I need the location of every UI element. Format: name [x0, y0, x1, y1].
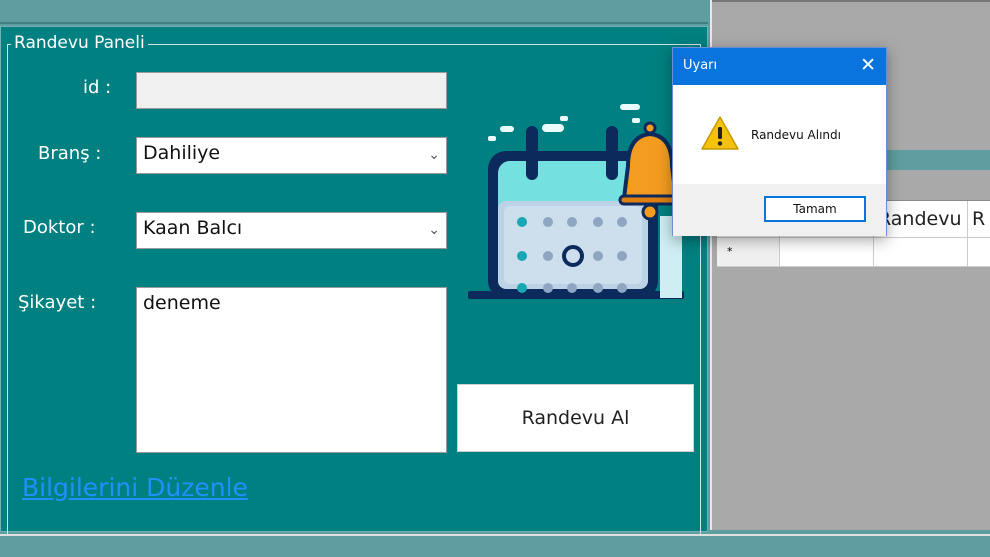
grid-header-col-randevu[interactable]: Randevu	[873, 201, 967, 237]
randevu-al-button[interactable]: Randevu Al	[457, 384, 694, 452]
chevron-down-icon[interactable]: ⌄	[428, 147, 440, 163]
randevu-panel: Randevu Paneli id : Branş : Dahiliye ⌄ D…	[0, 26, 708, 534]
brans-label: Branş :	[38, 143, 102, 164]
id-label: id :	[83, 77, 112, 98]
doktor-selected-value: Kaan Balcı	[143, 217, 243, 239]
right-pane-frame	[712, 0, 990, 2]
dialog-title: Uyarı	[683, 58, 718, 73]
chevron-down-icon[interactable]: ⌄	[428, 222, 440, 238]
doktor-label: Doktor :	[23, 217, 96, 238]
calendar-bell-illustration	[468, 104, 684, 299]
grid-header-col-r[interactable]: R	[967, 201, 990, 237]
dialog-footer: Tamam	[673, 184, 886, 236]
sikayet-label: Şikayet :	[18, 292, 97, 313]
grid-cell[interactable]	[967, 238, 990, 266]
brans-selected-value: Dahiliye	[143, 142, 221, 164]
dialog-titlebar[interactable]: Uyarı ✕	[673, 48, 886, 85]
sikayet-textarea[interactable]: deneme	[136, 287, 447, 453]
grid-new-row[interactable]: *	[717, 238, 990, 267]
brans-select[interactable]: Dahiliye ⌄	[136, 137, 447, 174]
close-icon[interactable]: ✕	[860, 54, 876, 76]
bottom-strip	[0, 534, 990, 557]
grid-cell[interactable]	[779, 238, 874, 266]
grid-row-marker: *	[717, 238, 779, 266]
top-strip	[0, 0, 708, 24]
grid-cell[interactable]	[873, 238, 968, 266]
doktor-select[interactable]: Kaan Balcı ⌄	[136, 212, 447, 249]
warning-icon	[701, 116, 739, 150]
alert-dialog: Uyarı ✕ Randevu Alındı Tamam	[672, 47, 887, 236]
ok-button[interactable]: Tamam	[764, 196, 866, 222]
groupbox-title: Randevu Paneli	[11, 33, 148, 53]
dialog-body: Randevu Alındı	[673, 85, 886, 184]
edit-info-link[interactable]: Bilgilerini Düzenle	[22, 473, 248, 502]
id-field[interactable]	[136, 72, 447, 109]
dialog-message: Randevu Alındı	[751, 128, 841, 142]
